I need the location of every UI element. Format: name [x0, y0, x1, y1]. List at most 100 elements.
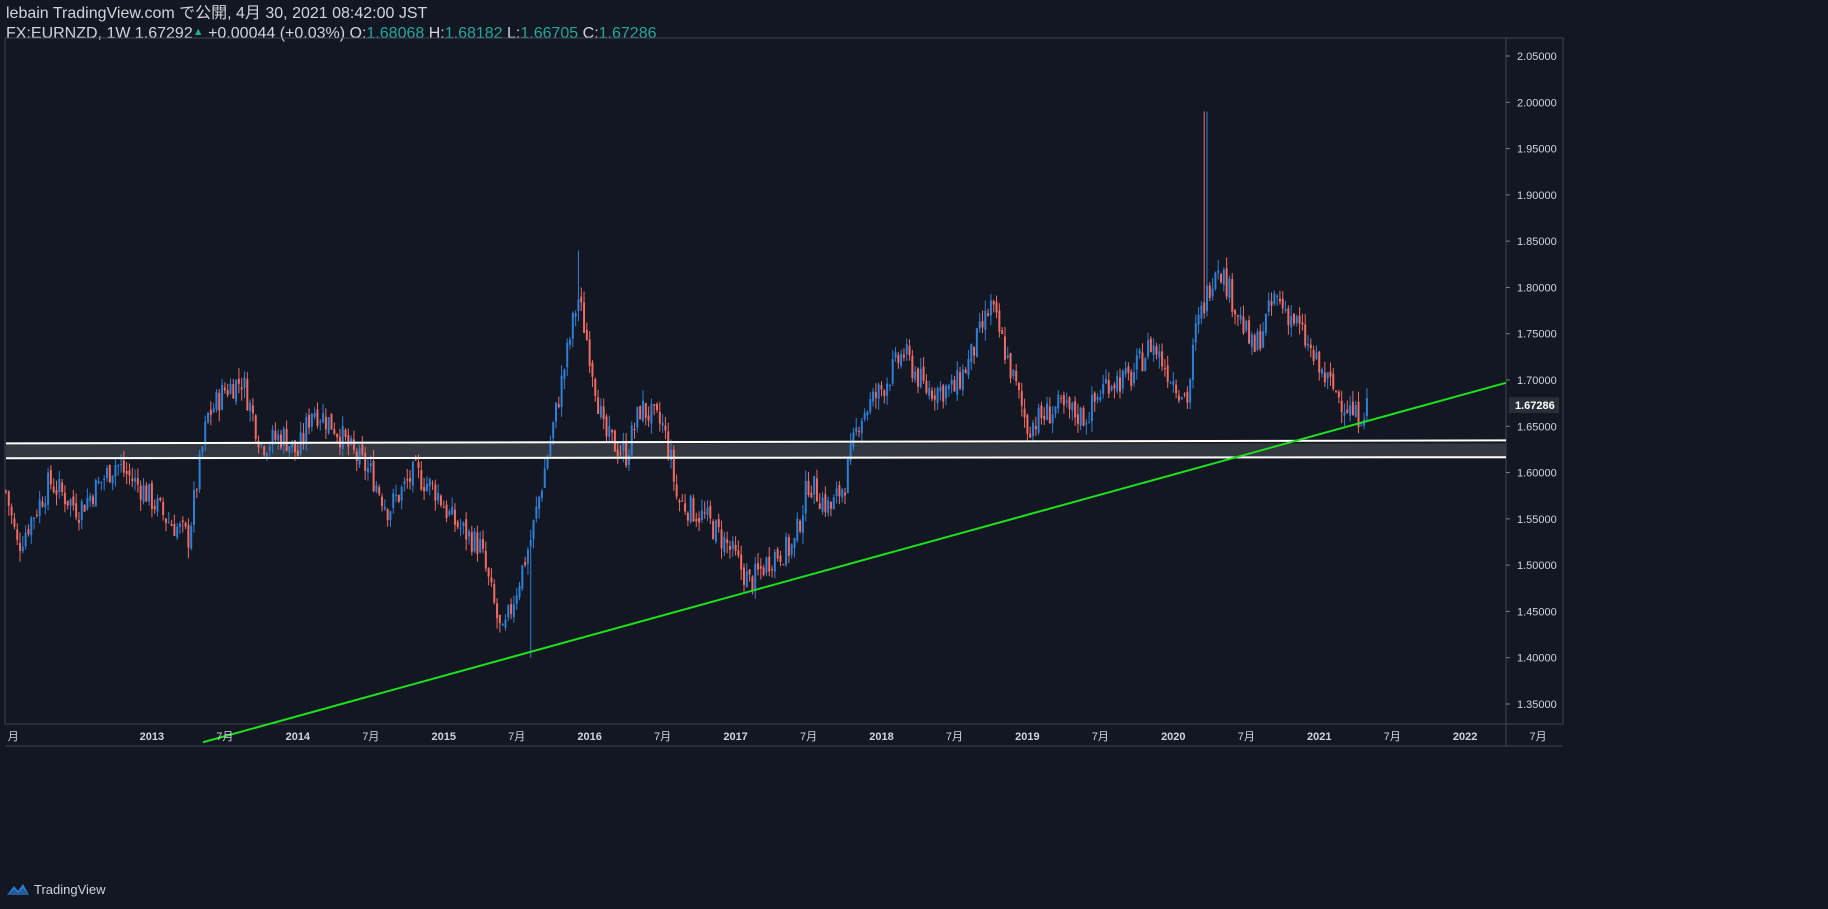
candle: [1197, 306, 1200, 334]
candle-body: [243, 377, 246, 388]
candle-body: [1085, 423, 1088, 425]
y-tick-label: 1.80000: [1517, 282, 1557, 294]
candle-body: [190, 525, 193, 549]
candle-body: [611, 429, 614, 433]
candle-body: [1312, 349, 1315, 362]
candle-body: [897, 355, 900, 364]
candle: [1326, 372, 1329, 390]
candle: [330, 413, 333, 430]
candle-body: [437, 492, 440, 501]
candle: [1349, 396, 1352, 422]
candle: [83, 504, 86, 512]
candle: [877, 382, 880, 410]
candle: [580, 287, 583, 311]
candle: [117, 463, 120, 476]
candle-body: [1127, 366, 1130, 373]
candle-body: [1205, 285, 1208, 312]
candle-body: [1020, 391, 1023, 406]
candle: [771, 565, 774, 578]
candle: [1135, 348, 1138, 380]
candle: [434, 479, 437, 511]
candle: [209, 401, 212, 426]
candle: [630, 421, 633, 457]
candle: [100, 481, 103, 491]
candle: [327, 417, 330, 436]
candle: [94, 478, 97, 507]
candle-body: [1200, 305, 1203, 319]
candle: [829, 501, 832, 517]
candle: [585, 322, 588, 341]
candle-body: [925, 380, 928, 393]
candle: [1099, 389, 1102, 403]
footer-brand[interactable]: TradingView: [6, 881, 106, 897]
candle-body: [1189, 379, 1192, 403]
candle: [482, 530, 485, 554]
candle-body: [145, 485, 148, 502]
candle: [779, 551, 782, 567]
candle: [860, 417, 863, 444]
candle-body: [740, 554, 743, 570]
candle: [1068, 396, 1071, 419]
candle: [1124, 361, 1127, 378]
candle-body: [731, 541, 734, 550]
candle: [639, 405, 642, 420]
candle: [1231, 273, 1234, 318]
candle-body: [877, 384, 880, 399]
candle: [386, 508, 389, 527]
candle: [310, 412, 313, 432]
candle-body: [947, 385, 950, 390]
candle: [599, 398, 602, 420]
candle: [930, 386, 933, 402]
candle: [1234, 308, 1237, 325]
candle-body: [1175, 384, 1178, 394]
candle-body: [762, 567, 765, 576]
candle-body: [330, 413, 333, 430]
candle-body: [1250, 334, 1253, 348]
candle-body: [858, 430, 861, 432]
candle: [111, 475, 114, 491]
candle-body: [288, 446, 291, 453]
candle: [925, 374, 928, 395]
candle-body: [30, 517, 33, 536]
candle-body: [1214, 272, 1217, 289]
candle: [641, 390, 644, 423]
candle: [153, 499, 156, 514]
candle-body: [633, 429, 636, 431]
candle-body: [372, 461, 375, 492]
candle-body: [712, 521, 715, 540]
support-zone-line-1: [5, 439, 1507, 445]
candle-body: [1318, 351, 1321, 373]
candle: [818, 493, 821, 510]
candle: [1088, 411, 1091, 424]
candle-body: [1001, 330, 1004, 335]
price-chart[interactable]: 2.05000 2.00000 1.95000 1.90000 1.85000 1.800…: [0, 0, 1828, 909]
candle-body: [928, 387, 931, 396]
candle-body: [336, 434, 339, 438]
candle-body: [347, 435, 350, 447]
candle-body: [1217, 270, 1220, 273]
candle-body: [476, 532, 479, 554]
candle-body: [479, 539, 482, 553]
candle: [226, 383, 229, 398]
candle: [409, 469, 412, 490]
candle-body: [260, 444, 263, 446]
candle: [77, 512, 80, 531]
candle-body: [1256, 331, 1259, 350]
candle-body: [1292, 313, 1295, 324]
candle: [378, 484, 381, 497]
candle-body: [922, 366, 925, 381]
candle: [591, 359, 594, 387]
y-tick-label: 1.50000: [1517, 560, 1557, 572]
candle-body: [630, 425, 633, 456]
candle-body: [1304, 324, 1307, 346]
candle-body: [1062, 395, 1065, 406]
y-axis[interactable]: 2.05000 2.00000 1.95000 1.90000 1.85000 1.800…: [1506, 51, 1559, 711]
candle: [1346, 400, 1349, 414]
candle: [916, 367, 919, 394]
candle-body: [866, 411, 869, 416]
candle: [838, 481, 841, 505]
candle: [215, 389, 218, 413]
candle: [1001, 327, 1004, 335]
candle-body: [658, 411, 661, 424]
candle-body: [69, 499, 72, 506]
